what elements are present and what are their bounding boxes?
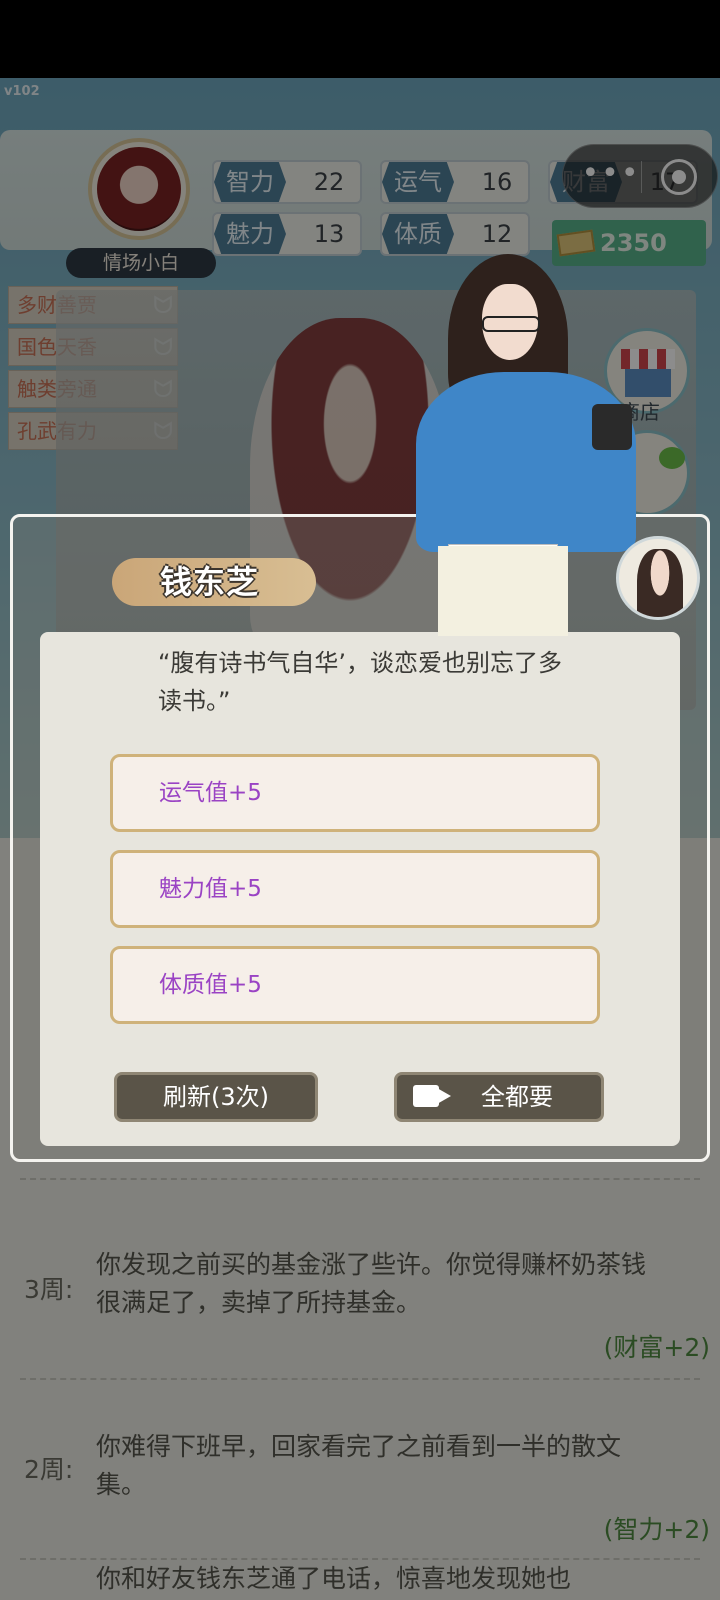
reward-option[interactable]: 魅力值+5 [110,850,600,928]
take-all-label: 全都要 [481,1083,553,1111]
speaker-name: 钱东芝 [160,563,260,601]
speaker-nameplate: 钱东芝 [112,558,316,606]
npc-glasses [482,316,540,332]
dialog-quote: “腹有诗书气自华’，谈恋爱也别忘了多读书。” [158,649,563,715]
take-all-button[interactable]: 全都要 [394,1072,604,1122]
npc-avatar-face [637,549,683,617]
npc-avatar[interactable] [616,536,700,620]
npc-skirt [438,546,568,636]
npc-wallet [592,404,632,450]
reward-option[interactable]: 运气值+5 [110,754,600,832]
reward-option[interactable]: 体质值+5 [110,946,600,1024]
refresh-button[interactable]: 刷新(3次) [114,1072,318,1122]
status-bar [0,0,720,78]
video-camera-icon [413,1085,451,1107]
npc-sweater [416,372,636,552]
